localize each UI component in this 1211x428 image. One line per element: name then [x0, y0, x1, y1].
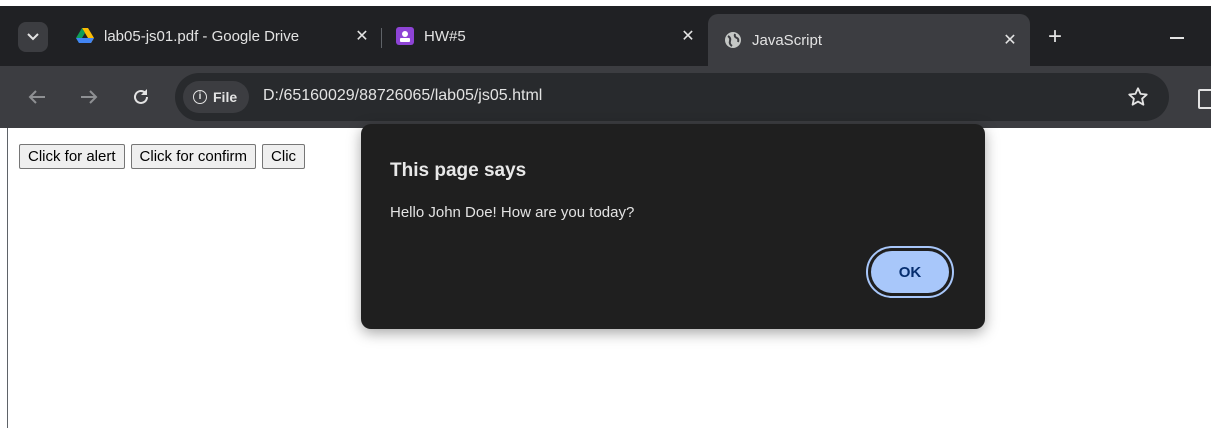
dialog-message: Hello John Doe! How are you today? — [390, 204, 635, 221]
site-info-chip[interactable]: i File — [183, 81, 250, 113]
reload-icon — [134, 89, 148, 104]
close-icon[interactable]: ✕ — [352, 26, 372, 46]
tab-google-drive[interactable]: lab05-js01.pdf - Google Drive ✕ — [72, 16, 372, 56]
new-tab-button[interactable]: + — [1042, 23, 1068, 50]
tab-search-button[interactable] — [18, 22, 48, 52]
ok-button-label: OK — [871, 251, 949, 293]
chevron-down-icon — [27, 33, 39, 41]
url-text[interactable]: D:/65160029/88726065/lab05/js05.html — [263, 87, 542, 105]
browser-window: lab05-js01.pdf - Google Drive ✕ HW#5 ✕ J… — [0, 0, 1211, 428]
minimize-icon[interactable] — [1170, 37, 1184, 39]
arrow-left-icon — [28, 90, 45, 104]
browser-toolbar: i File D:/65160029/88726065/lab05/js05.h… — [0, 66, 1211, 128]
close-icon[interactable]: ✕ — [1000, 30, 1020, 50]
dialog-title: This page says — [390, 160, 527, 181]
forward-button[interactable] — [76, 84, 102, 110]
prompt-button[interactable]: Clic — [262, 144, 306, 169]
bookmark-star-icon[interactable] — [1125, 84, 1151, 110]
reload-button[interactable] — [128, 84, 154, 110]
tab-javascript[interactable]: JavaScript ✕ — [708, 14, 1030, 66]
close-icon[interactable]: ✕ — [678, 26, 698, 46]
site-info-label: File — [213, 89, 238, 105]
page-button-group: Click for alert Click for confirm Clic — [19, 144, 306, 169]
side-panel-icon[interactable] — [1198, 89, 1211, 109]
ok-button[interactable]: OK — [866, 246, 954, 298]
tab-title: HW#5 — [424, 27, 466, 45]
classroom-icon — [396, 27, 414, 45]
google-drive-icon — [76, 27, 94, 45]
alert-button[interactable]: Click for alert — [19, 144, 125, 169]
tab-separator — [381, 28, 382, 48]
alert-dialog: This page says Hello John Doe! How are y… — [361, 124, 985, 329]
arrow-right-icon — [81, 90, 98, 104]
tab-strip: lab05-js01.pdf - Google Drive ✕ HW#5 ✕ J… — [0, 6, 1211, 66]
globe-icon — [724, 31, 742, 49]
confirm-button[interactable]: Click for confirm — [130, 144, 257, 169]
tab-hw5[interactable]: HW#5 ✕ — [396, 16, 698, 56]
info-icon: i — [193, 90, 207, 104]
back-button[interactable] — [24, 84, 50, 110]
tab-title: JavaScript — [752, 31, 823, 49]
address-bar[interactable]: i File D:/65160029/88726065/lab05/js05.h… — [175, 73, 1169, 121]
tab-title: lab05-js01.pdf - Google Drive — [104, 27, 300, 45]
